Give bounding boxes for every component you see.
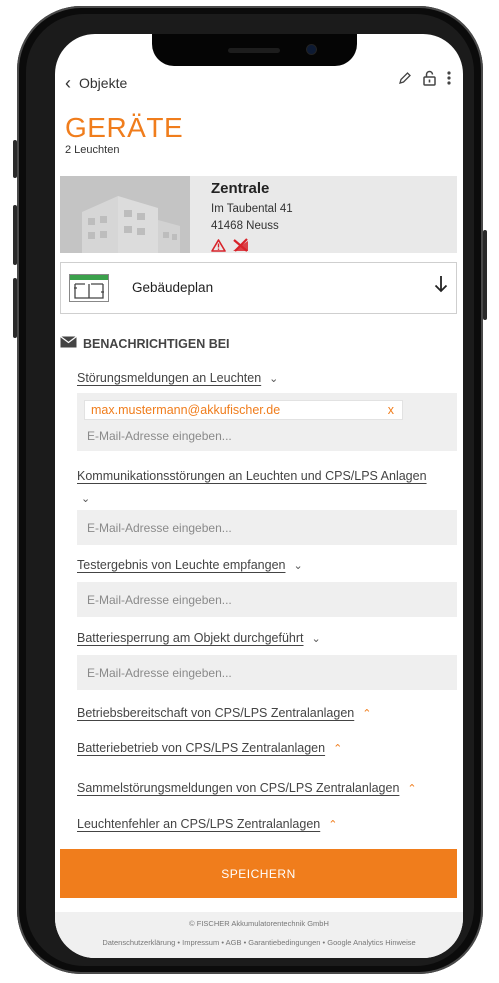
phone-side-button [483,230,487,320]
notify-section-toggle[interactable]: Batteriesperrung am Objekt durchgeführt ⌄ [77,631,321,645]
page-subtitle: 2 Leuchten [65,144,120,156]
phone-side-button [13,140,17,178]
footer-separator: • [322,938,326,947]
footer-separator: • [177,938,181,947]
phone-camera [307,45,316,54]
notify-section-label: Störungsmeldungen an Leuchten [77,371,262,385]
save-button[interactable]: SPEICHERN [60,849,457,898]
footer-separator: • [221,938,224,947]
notify-section-label: Sammelstörungsmeldungen von CPS/LPS Zent… [77,781,400,795]
object-card[interactable]: Zentrale Im Taubental 41 41468 Neuss [60,176,457,253]
remove-email-button[interactable]: x [388,403,394,417]
chevron-up-icon: ⌃ [362,708,372,720]
notify-section-label: Betriebsbereitschaft von CPS/LPS Zentral… [77,706,355,720]
notify-section-toggle[interactable]: Sammelstörungsmeldungen von CPS/LPS Zent… [77,781,417,795]
no-connection-icon [232,238,249,257]
object-name: Zentrale [211,180,270,197]
lock-icon[interactable] [422,70,437,91]
footer-links: Datenschutzerklärung • Impressum • AGB •… [55,938,463,947]
notify-section-toggle[interactable]: Betriebsbereitschaft von CPS/LPS Zentral… [77,706,371,720]
footer-link-analytics[interactable]: Google Analytics Hinweise [327,938,415,947]
floorplan-icon [69,274,109,302]
envelope-icon [60,336,77,351]
email-input[interactable]: E-Mail-Adresse eingeben... [87,666,232,680]
footer-link-imprint[interactable]: Impressum [182,938,219,947]
notify-section-label: Batteriesperrung am Objekt durchgeführt [77,631,304,645]
email-list: max.mustermann@akkufischer.de x E-Mail-A… [77,393,457,451]
notify-section-label: Batteriebetrieb von CPS/LPS Zentralanlag… [77,741,326,755]
chevron-left-icon: ‹ [65,73,71,93]
email-list: E-Mail-Adresse eingeben... [77,655,457,690]
page-title: GERÄTE [65,112,184,143]
notify-heading-label: BENACHRICHTIGEN BEI [83,336,230,351]
footer-copyright: © FISCHER Akkumulatorentechnik GmbH [189,919,329,928]
chevron-down-icon: ⌄ [81,493,91,505]
building-image [60,176,190,253]
chevron-down-icon: ⌄ [269,373,279,385]
notify-section-toggle[interactable]: Leuchtenfehler an CPS/LPS Zentralanlagen… [77,817,337,831]
footer: © FISCHER Akkumulatorentechnik GmbH Date… [55,912,463,958]
email-input[interactable]: E-Mail-Adresse eingeben... [87,521,232,535]
back-button[interactable]: ‹ Objekte [65,74,127,92]
edit-icon[interactable] [398,71,412,90]
object-status [211,238,249,257]
more-options-icon[interactable] [447,70,451,91]
footer-separator: • [243,938,247,947]
footer-link-warranty[interactable]: Garantiebedingungen [248,938,320,947]
email-input[interactable]: E-Mail-Adresse eingeben... [87,429,232,443]
phone-side-button [13,205,17,265]
email-input[interactable]: E-Mail-Adresse eingeben... [87,593,232,607]
email-tag: max.mustermann@akkufischer.de x [84,400,403,420]
email-tag-address: max.mustermann@akkufischer.de [91,403,281,417]
app-screen: ‹ Objekte GERÄTE 2 Leuchten Zentrale Im … [55,34,463,958]
chevron-up-icon: ⌃ [407,783,417,795]
chevron-down-icon: ⌄ [293,560,303,572]
toolbar-actions [398,70,451,91]
object-street: Im Taubental 41 [211,203,293,215]
chevron-up-icon: ⌃ [333,743,343,755]
chevron-up-icon: ⌃ [328,819,338,831]
back-label: Objekte [79,75,128,91]
notify-section-toggle[interactable]: Störungsmeldungen an Leuchten ⌄ [77,371,278,385]
notify-section-toggle[interactable]: Kommunikationsstörungen an Leuchten und … [77,465,457,510]
phone-side-button [13,278,17,338]
footer-link-privacy[interactable]: Datenschutzerklärung [102,938,175,947]
object-city: 41468 Neuss [211,220,279,232]
chevron-down-icon: ⌄ [311,633,321,645]
warning-icon [211,238,226,257]
email-list: E-Mail-Adresse eingeben... [77,510,457,545]
download-icon[interactable] [434,275,448,298]
notify-heading: BENACHRICHTIGEN BEI [60,336,230,351]
notify-section-toggle[interactable]: Batteriebetrieb von CPS/LPS Zentralanlag… [77,741,342,755]
floorplan-label: Gebäudeplan [132,280,214,295]
phone-speaker [228,48,280,53]
notify-section-label: Testergebnis von Leuchte empfangen [77,558,286,572]
email-list: E-Mail-Adresse eingeben... [77,582,457,617]
notify-section-toggle[interactable]: Testergebnis von Leuchte empfangen ⌄ [77,558,303,572]
footer-link-terms[interactable]: AGB [226,938,242,947]
floorplan-row[interactable]: Gebäudeplan [60,262,457,314]
notify-section-label: Kommunikationsstörungen an Leuchten und … [77,469,427,483]
notify-section-label: Leuchtenfehler an CPS/LPS Zentralanlagen [77,817,321,831]
